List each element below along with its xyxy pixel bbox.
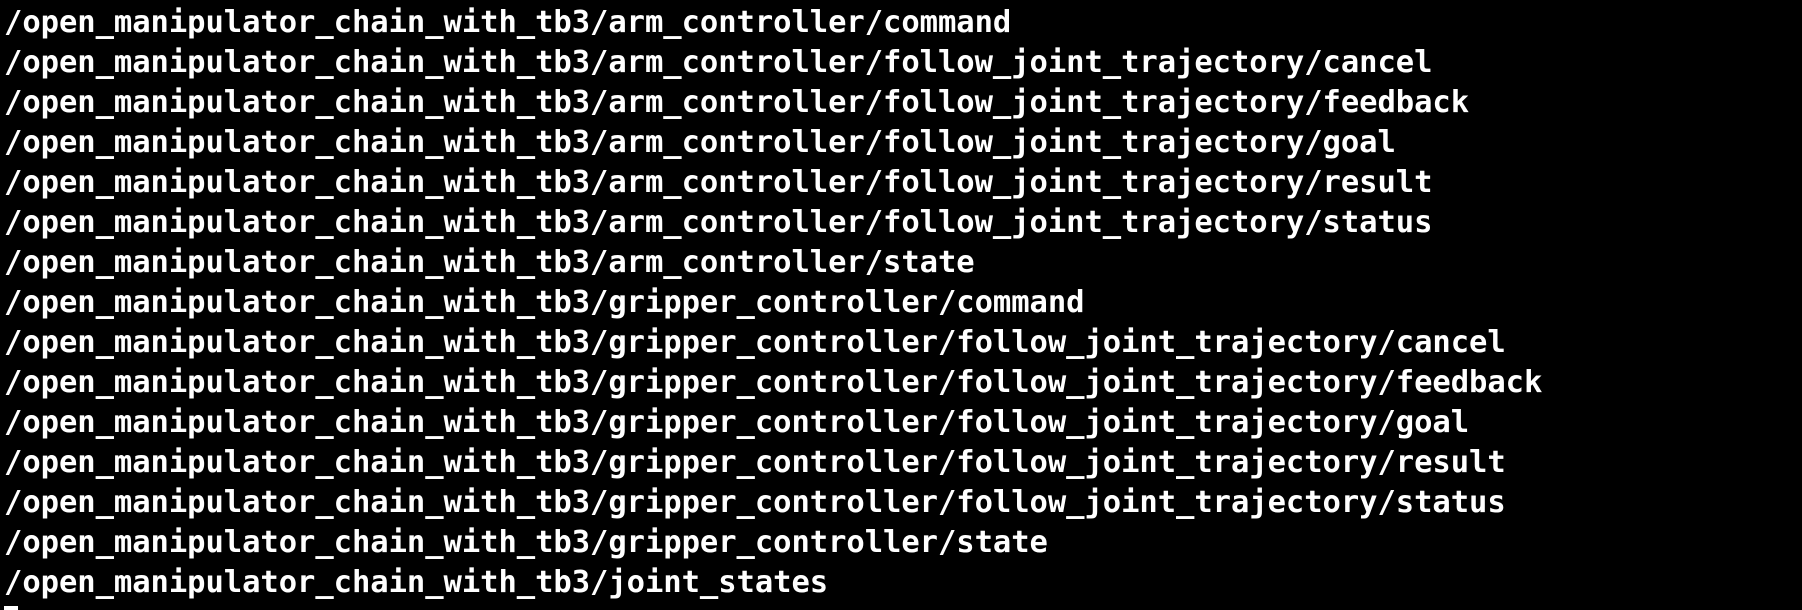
topic-line: /open_manipulator_chain_with_tb3/gripper… [4,525,1048,560]
topic-line: /open_manipulator_chain_with_tb3/arm_con… [4,5,1012,40]
topic-line: /open_manipulator_chain_with_tb3/arm_con… [4,165,1433,200]
topic-line: /open_manipulator_chain_with_tb3/gripper… [4,365,1543,400]
topic-line: /open_manipulator_chain_with_tb3/arm_con… [4,85,1470,120]
cut-off-next-line [4,606,18,610]
topic-line: /open_manipulator_chain_with_tb3/gripper… [4,285,1085,320]
topic-line: /open_manipulator_chain_with_tb3/arm_con… [4,125,1396,160]
topic-line: /open_manipulator_chain_with_tb3/joint_s… [4,565,829,600]
topic-line: /open_manipulator_chain_with_tb3/gripper… [4,325,1506,360]
topic-line: /open_manipulator_chain_with_tb3/gripper… [4,405,1470,440]
topic-line: /open_manipulator_chain_with_tb3/arm_con… [4,205,1433,240]
topic-line: /open_manipulator_chain_with_tb3/arm_con… [4,45,1433,80]
topic-line: /open_manipulator_chain_with_tb3/gripper… [4,445,1506,480]
topic-line: /open_manipulator_chain_with_tb3/arm_con… [4,245,975,280]
terminal-output: /open_manipulator_chain_with_tb3/arm_con… [4,3,1542,603]
terminal-window[interactable]: /open_manipulator_chain_with_tb3/arm_con… [0,0,1802,610]
topic-line: /open_manipulator_chain_with_tb3/gripper… [4,485,1506,520]
